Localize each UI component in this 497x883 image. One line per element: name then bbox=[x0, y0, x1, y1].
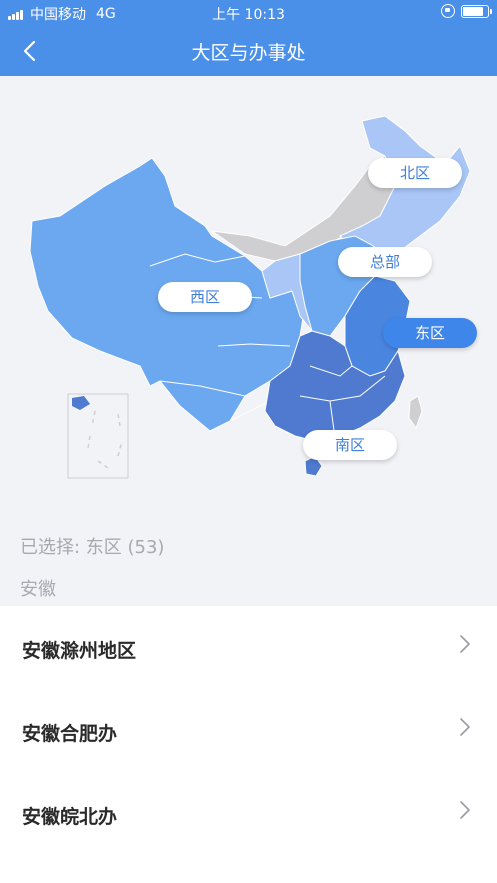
office-list: 安徽滁州地区 安徽合肥办 安徽皖北办 bbox=[0, 606, 497, 883]
region-label-west[interactable]: 西区 bbox=[158, 282, 252, 312]
nav-bar: 大区与办事处 bbox=[0, 26, 497, 76]
region-label-hq[interactable]: 总部 bbox=[338, 247, 432, 277]
office-list-item[interactable]: 安徽合肥办 bbox=[0, 689, 497, 772]
chevron-right-icon bbox=[460, 801, 470, 819]
map-region-taiwan bbox=[408, 395, 423, 430]
region-label-north[interactable]: 北区 bbox=[368, 158, 462, 188]
office-name: 安徽滁州地区 bbox=[22, 640, 137, 662]
page-title: 大区与办事处 bbox=[191, 42, 306, 64]
province-heading: 安徽 bbox=[20, 579, 56, 600]
inset-dashes bbox=[87, 410, 123, 469]
office-name: 安徽合肥办 bbox=[22, 723, 118, 745]
selected-region-text: 已选择: 东区 (53) bbox=[20, 537, 165, 558]
region-label-south[interactable]: 南区 bbox=[303, 430, 397, 460]
inset-island bbox=[72, 396, 90, 410]
office-list-item[interactable]: 安徽皖北办 bbox=[0, 772, 497, 855]
office-list-item[interactable]: 安徽滁州地区 bbox=[0, 606, 497, 689]
chevron-right-icon bbox=[460, 635, 470, 653]
chevron-right-icon bbox=[460, 718, 470, 736]
china-map: 北区 总部 西区 东区 南区 bbox=[0, 76, 497, 516]
region-label-east[interactable]: 东区 bbox=[383, 318, 477, 348]
status-right bbox=[441, 4, 492, 18]
battery-icon bbox=[461, 4, 492, 18]
rotation-lock-icon bbox=[441, 4, 455, 18]
status-time: 上午 10:13 bbox=[212, 7, 285, 23]
status-bar: 中国移动 4G 上午 10:13 bbox=[0, 0, 497, 26]
office-name: 安徽皖北办 bbox=[22, 806, 118, 828]
